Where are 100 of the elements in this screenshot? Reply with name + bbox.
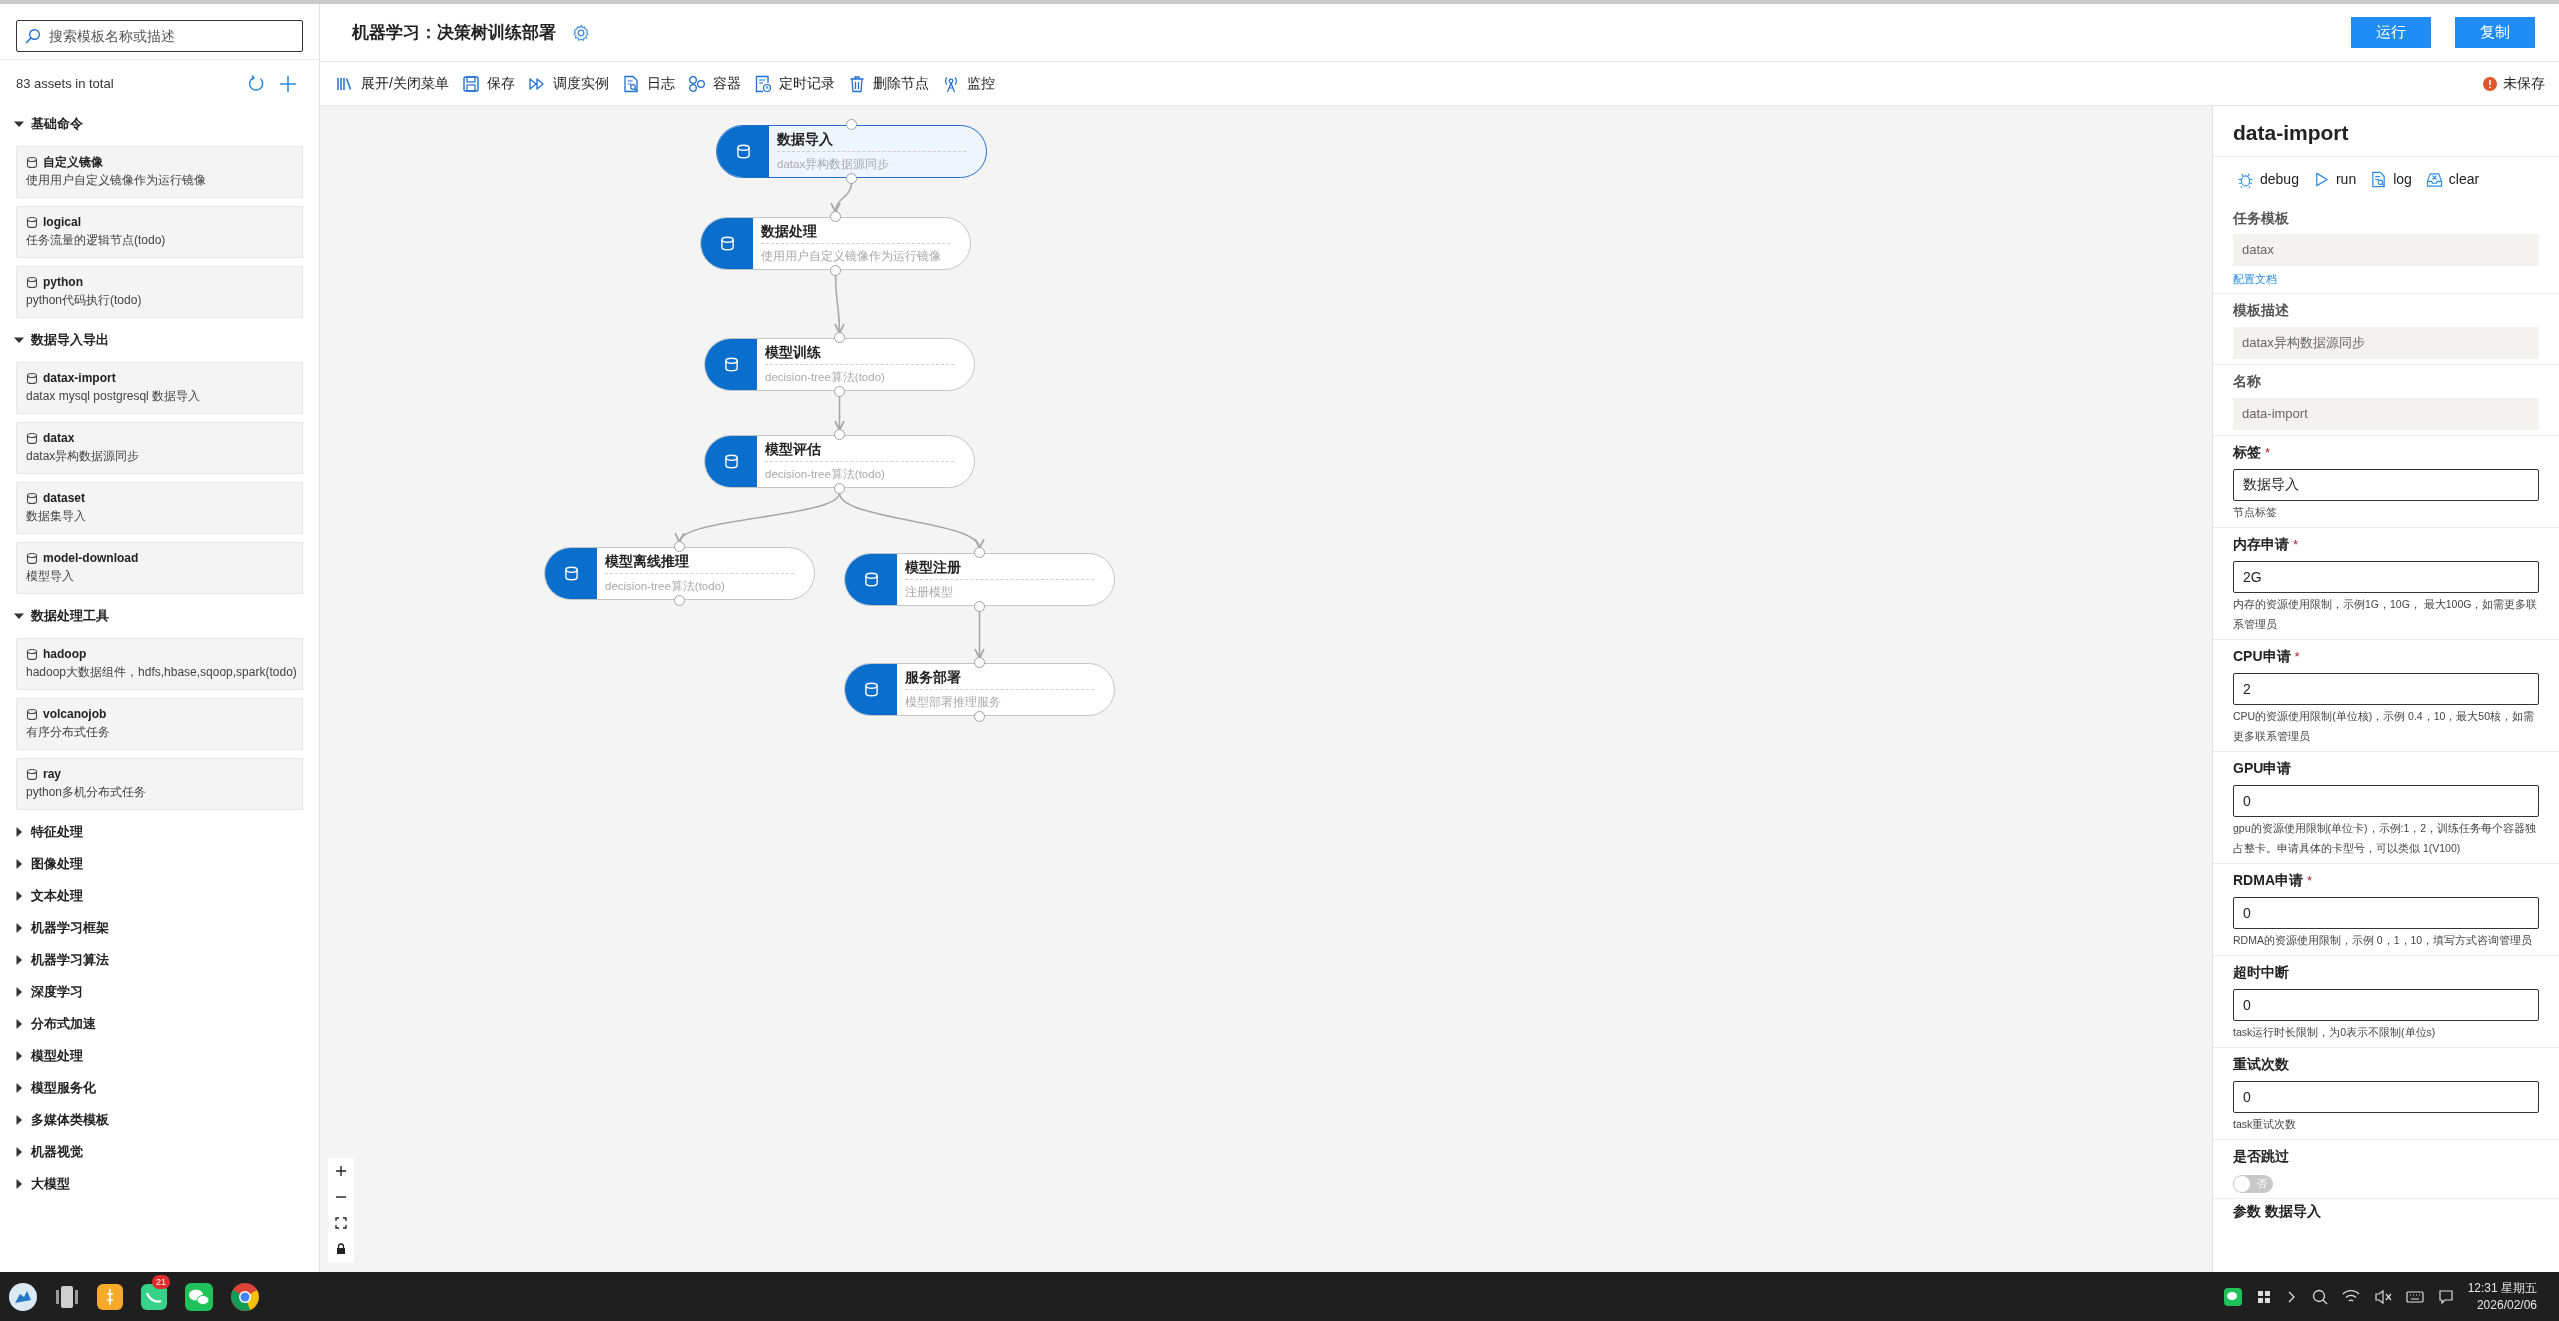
action-button[interactable]: clear: [2425, 168, 2480, 190]
search-icon[interactable]: [2311, 1288, 2328, 1305]
app-logo-icon[interactable]: [8, 1281, 38, 1312]
notification-badge: 21: [152, 1274, 170, 1289]
port-handle[interactable]: [973, 657, 985, 668]
toolbar-button[interactable]: 保存: [461, 73, 515, 94]
port-handle[interactable]: [973, 547, 985, 558]
category-header[interactable]: 特征处理: [0, 816, 319, 848]
clock-date: 2026/02/06: [2476, 1296, 2537, 1314]
browser-icon[interactable]: [230, 1281, 260, 1312]
category-header[interactable]: 基础命令: [0, 108, 319, 140]
database-icon: [719, 235, 735, 252]
keyboard-icon[interactable]: [2405, 1289, 2424, 1304]
port-handle[interactable]: [829, 265, 841, 276]
port-handle[interactable]: [833, 429, 845, 440]
category-header[interactable]: 机器学习算法: [0, 944, 319, 976]
template-description: 模型导入: [26, 568, 75, 585]
collapse-icon: [14, 119, 24, 129]
field-label: 内存申请: [2233, 535, 2289, 555]
field-label: 是否跳过: [2233, 1147, 2289, 1167]
template-description: python多机分布式任务: [26, 784, 148, 801]
template-card[interactable]: ray python多机分布式任务: [16, 758, 303, 810]
port-handle[interactable]: [845, 119, 857, 130]
pipeline-node[interactable]: 模型训练 decision-tree算法(todo): [704, 338, 975, 391]
toolbar-button[interactable]: 容器: [687, 73, 741, 94]
port-handle[interactable]: [845, 173, 857, 184]
template-card[interactable]: model-download 模型导入: [16, 542, 303, 594]
port-handle[interactable]: [673, 541, 685, 552]
toolbar-button[interactable]: 删除节点: [847, 73, 929, 94]
input-field[interactable]: 0: [2233, 1080, 2539, 1113]
input-field[interactable]: 数据导入: [2233, 468, 2539, 501]
input-field[interactable]: 0: [2233, 784, 2539, 817]
category-header[interactable]: 数据导入导出: [0, 324, 319, 356]
input-field[interactable]: 0: [2233, 896, 2539, 929]
help-text: gpu的资源使用限制(单位卡)，示例:1，2，训练任务每个容器独占整卡。申请具体的卡型号，可以类似 1(V100): [2233, 820, 2538, 856]
category-header[interactable]: 深度学习: [0, 976, 319, 1008]
template-card[interactable]: dataset 数据集导入: [16, 482, 303, 534]
category-header[interactable]: 图像处理: [0, 848, 319, 880]
pipeline-node[interactable]: 模型离线推理 decision-tree算法(todo): [544, 547, 815, 600]
pipeline-node[interactable]: 模型评估 decision-tree算法(todo): [704, 435, 975, 488]
toolbar-button[interactable]: 日志: [621, 73, 675, 94]
port-handle[interactable]: [833, 483, 845, 494]
port-handle[interactable]: [973, 601, 985, 612]
port-handle[interactable]: [973, 711, 985, 722]
category-header[interactable]: 机器学习框架: [0, 912, 319, 944]
pipeline-node[interactable]: 服务部署 模型部署推理服务: [844, 663, 1115, 716]
zoom-in-icon[interactable]: [334, 1164, 348, 1178]
input-field[interactable]: 2G: [2233, 560, 2539, 593]
action-button[interactable]: log: [2370, 168, 2412, 190]
toolbar-button[interactable]: 监控: [941, 73, 995, 94]
template-name: model-download: [43, 550, 139, 567]
pipeline-node[interactable]: 数据导入 datax异构数据源同步: [716, 125, 987, 178]
port-handle[interactable]: [829, 211, 841, 222]
category-header[interactable]: 大模型: [0, 1168, 319, 1200]
required-mark: *: [2294, 648, 2300, 666]
refresh-icon[interactable]: [247, 75, 265, 93]
settings-icon[interactable]: [572, 23, 590, 42]
port-handle[interactable]: [833, 386, 845, 397]
tablet-icon[interactable]: [54, 1283, 80, 1310]
pipeline-node[interactable]: 数据处理 使用用户自定义镜像作为运行镜像: [700, 217, 971, 270]
port-handle[interactable]: [833, 332, 845, 343]
port-handle[interactable]: [673, 595, 685, 606]
message-icon[interactable]: [2437, 1288, 2454, 1305]
category-header[interactable]: 机器视觉: [0, 1136, 319, 1168]
category-header[interactable]: 文本处理: [0, 880, 319, 912]
speech-bubbles-icon[interactable]: [184, 1281, 214, 1312]
action-button[interactable]: debug: [2237, 168, 2299, 190]
toolbar-button[interactable]: 定时记录: [753, 73, 835, 94]
category-header[interactable]: 数据处理工具: [0, 600, 319, 632]
toolbar-button[interactable]: 展开/关闭菜单: [336, 73, 449, 94]
fit-view-icon[interactable]: [334, 1216, 348, 1230]
database-icon: [26, 275, 38, 289]
pipeline-node[interactable]: 模型注册 注册模型: [844, 553, 1115, 606]
input-field[interactable]: 2: [2233, 672, 2539, 705]
template-card[interactable]: logical 任务流量的逻辑节点(todo): [16, 206, 303, 258]
lock-icon[interactable]: [334, 1242, 348, 1256]
speech-bubbles-icon[interactable]: [2223, 1287, 2242, 1306]
action-button[interactable]: run: [2312, 168, 2357, 190]
template-card[interactable]: python python代码执行(todo): [16, 266, 303, 318]
help-text: task运行时长限制，为0表示不限制(单位s): [2233, 1024, 2437, 1040]
category-header[interactable]: 模型处理: [0, 1040, 319, 1072]
readonly-field: datax异构数据源同步: [2233, 326, 2539, 359]
template-card[interactable]: datax-import datax mysql postgresql 数据导入: [16, 362, 303, 414]
category-header[interactable]: 分布式加速: [0, 1008, 319, 1040]
database-icon: [26, 491, 38, 505]
category-header[interactable]: 模型服务化: [0, 1072, 319, 1104]
docs-link[interactable]: 配置文档: [2233, 272, 2277, 288]
app-icon[interactable]: [96, 1282, 124, 1311]
document-search-icon: [2370, 170, 2388, 188]
toolbar-button[interactable]: 调度实例: [527, 73, 609, 94]
add-icon[interactable]: [279, 75, 297, 93]
search-field[interactable]: 搜索模板名称或描述: [16, 20, 303, 52]
category-header[interactable]: 多媒体类模板: [0, 1104, 319, 1136]
muted-speaker-icon[interactable]: [2373, 1288, 2392, 1305]
template-card[interactable]: volcanojob 有序分布式任务: [16, 698, 303, 750]
template-card[interactable]: 自定义镜像 使用用户自定义镜像作为运行镜像: [16, 146, 303, 198]
input-field[interactable]: 0: [2233, 988, 2539, 1021]
template-card[interactable]: datax datax异构数据源同步: [16, 422, 303, 474]
template-card[interactable]: hadoop hadoop大数据组件，hdfs,hbase,sqoop,spark(todo): [16, 638, 303, 690]
template-name: dataset: [43, 490, 86, 507]
